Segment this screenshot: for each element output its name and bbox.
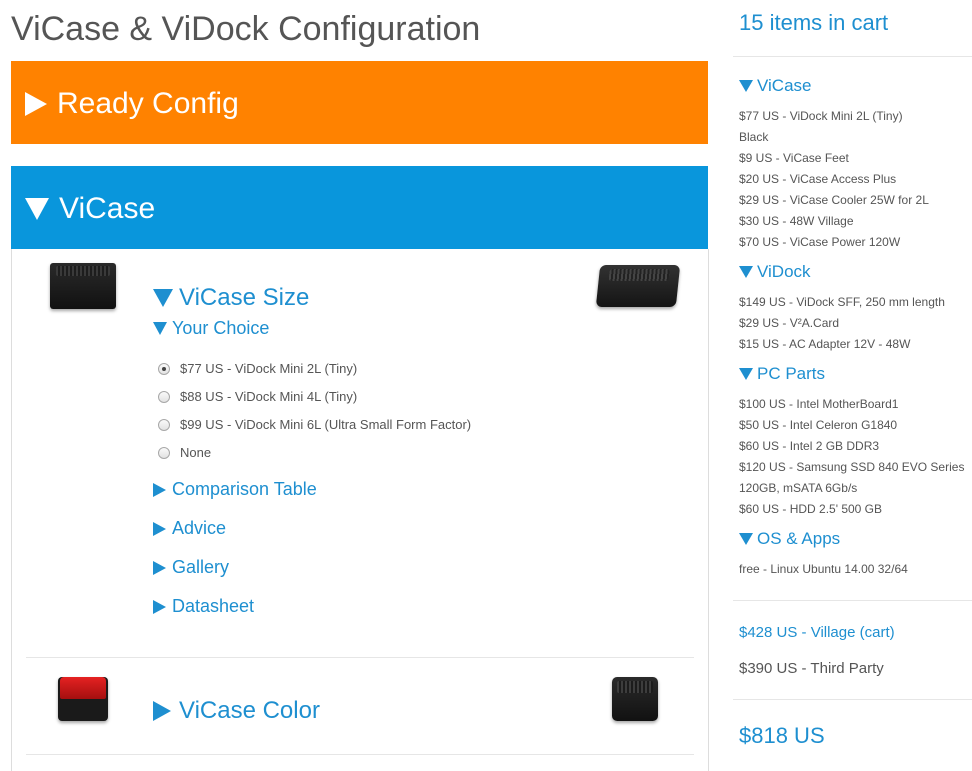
- radio-button[interactable]: [158, 418, 170, 431]
- radio-button[interactable]: [158, 390, 170, 403]
- collapse-arrow-icon: [739, 266, 753, 278]
- vicase-color-title: ViCase Color: [179, 697, 320, 724]
- vicase-panel-title: ViCase: [59, 192, 156, 225]
- cart-item: $50 US - Intel Celeron G1840: [739, 418, 898, 432]
- cart-item: $15 US - AC Adapter 12V - 48W: [739, 337, 911, 351]
- vicase-color-heading[interactable]: ViCase Color: [153, 697, 320, 725]
- vicase-black-small-image: [612, 677, 658, 721]
- cart-item-count[interactable]: 15 items in cart: [739, 10, 888, 36]
- cart-group-pc-parts[interactable]: PC Parts: [739, 364, 825, 384]
- your-choice-title: Your Choice: [172, 318, 270, 338]
- sidebar-divider: [733, 56, 972, 57]
- vicase-panel-body: ViCase Size Your Choice $77 US - ViDock …: [11, 249, 709, 771]
- size-option-2l[interactable]: $77 US - ViDock Mini 2L (Tiny): [158, 361, 357, 376]
- sidebar-divider: [733, 600, 972, 601]
- link-label: Gallery: [172, 557, 230, 577]
- size-option-6l[interactable]: $99 US - ViDock Mini 6L (Ultra Small For…: [158, 417, 471, 432]
- configurator-page: ViCase & ViDock Configuration Ready Conf…: [0, 0, 972, 771]
- page-title: ViCase & ViDock Configuration: [11, 10, 481, 48]
- link-label: Comparison Table: [172, 479, 317, 499]
- cart-group-title: ViCase: [757, 76, 812, 95]
- expand-arrow-icon: [153, 701, 171, 721]
- link-label: Datasheet: [172, 596, 255, 616]
- cart-group-vidock[interactable]: ViDock: [739, 262, 811, 282]
- vicase-black-angled-image: [595, 265, 681, 307]
- radio-button[interactable]: [158, 446, 170, 459]
- cart-item: $77 US - ViDock Mini 2L (Tiny): [739, 109, 903, 123]
- village-cart-total-link[interactable]: $428 US - Village (cart): [739, 624, 895, 641]
- cart-item: $29 US - V²A.Card: [739, 316, 840, 330]
- size-option-4l[interactable]: $88 US - ViDock Mini 4L (Tiny): [158, 389, 357, 404]
- cart-item: $100 US - Intel MotherBoard1: [739, 397, 899, 411]
- your-choice-heading[interactable]: Your Choice: [153, 318, 269, 339]
- expand-arrow-icon: [153, 521, 166, 536]
- cart-group-vicase[interactable]: ViCase: [739, 76, 812, 96]
- vicase-size-heading[interactable]: ViCase Size: [153, 284, 309, 312]
- grand-total: $818 US: [739, 723, 825, 748]
- section-divider: [26, 657, 694, 658]
- collapse-arrow-icon: [25, 198, 49, 220]
- cart-item: $120 US - Samsung SSD 840 EVO Series: [739, 460, 965, 474]
- cart-item: $60 US - HDD 2.5' 500 GB: [739, 502, 883, 516]
- datasheet-link[interactable]: Datasheet: [153, 596, 254, 617]
- cart-item: $70 US - ViCase Power 120W: [739, 235, 901, 249]
- advice-link[interactable]: Advice: [153, 518, 226, 539]
- size-option-label: $88 US - ViDock Mini 4L (Tiny): [180, 389, 358, 404]
- section-divider: [26, 754, 694, 755]
- gallery-link[interactable]: Gallery: [153, 557, 229, 578]
- ready-config-panel-header[interactable]: Ready Config: [11, 61, 708, 144]
- cart-item: $20 US - ViCase Access Plus: [739, 172, 897, 186]
- collapse-arrow-icon: [153, 322, 167, 335]
- cart-item: 120GB, mSATA 6Gb/s: [739, 481, 858, 495]
- expand-arrow-icon: [153, 560, 166, 575]
- cart-item: $149 US - ViDock SFF, 250 mm length: [739, 295, 945, 309]
- cart-item: $9 US - ViCase Feet: [739, 151, 849, 165]
- expand-arrow-icon: [153, 599, 166, 614]
- third-party-total: $390 US - Third Party: [739, 660, 884, 677]
- size-option-label: $99 US - ViDock Mini 6L (Ultra Small For…: [180, 417, 472, 432]
- vicase-panel-header[interactable]: ViCase: [11, 166, 708, 249]
- cart-item: $60 US - Intel 2 GB DDR3: [739, 439, 880, 453]
- cart-group-os-apps[interactable]: OS & Apps: [739, 529, 840, 549]
- vicase-size-title: ViCase Size: [179, 284, 310, 311]
- size-option-none[interactable]: None: [158, 445, 211, 460]
- ready-config-title: Ready Config: [57, 87, 239, 120]
- size-option-label: $77 US - ViDock Mini 2L (Tiny): [180, 361, 358, 376]
- expand-arrow-icon: [153, 482, 166, 497]
- vicase-black-front-image: [50, 263, 116, 309]
- comparison-table-link[interactable]: Comparison Table: [153, 479, 317, 500]
- collapse-arrow-icon: [739, 80, 753, 92]
- cart-item: Black: [739, 130, 769, 144]
- collapse-arrow-icon: [739, 368, 753, 380]
- expand-arrow-icon: [25, 92, 47, 116]
- sidebar-divider: [733, 699, 972, 700]
- cart-item: $29 US - ViCase Cooler 25W for 2L: [739, 193, 929, 207]
- collapse-arrow-icon: [153, 289, 173, 307]
- cart-group-title: PC Parts: [757, 364, 826, 383]
- radio-button-checked[interactable]: [158, 362, 170, 375]
- vicase-red-image: [58, 677, 108, 721]
- link-label: Advice: [172, 518, 227, 538]
- collapse-arrow-icon: [739, 533, 753, 545]
- cart-item: $30 US - 48W Village: [739, 214, 854, 228]
- size-option-label: None: [180, 445, 212, 460]
- cart-group-title: ViDock: [757, 262, 811, 281]
- cart-group-title: OS & Apps: [757, 529, 841, 548]
- cart-item: free - Linux Ubuntu 14.00 32/64: [739, 562, 908, 576]
